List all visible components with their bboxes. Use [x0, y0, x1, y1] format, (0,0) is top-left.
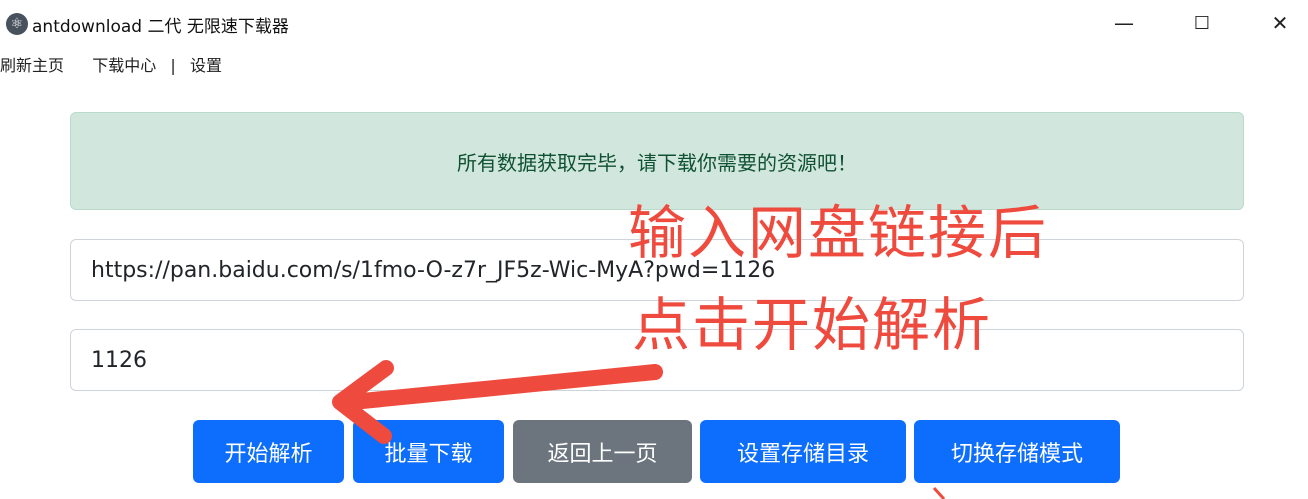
- minimize-icon[interactable]: —: [1104, 6, 1144, 40]
- annotation-line-1: 输入网盘链接后: [628, 199, 1049, 267]
- alert-message: 所有数据获取完毕，请下载你需要的资源吧！: [457, 150, 857, 175]
- maximize-icon[interactable]: ☐: [1182, 6, 1222, 40]
- menu-separator: |: [170, 56, 176, 75]
- switch-storage-mode-button[interactable]: 切换存储模式: [914, 420, 1120, 483]
- success-alert: 所有数据获取完毕，请下载你需要的资源吧！: [70, 112, 1244, 210]
- menu-item-settings[interactable]: 设置: [190, 52, 222, 76]
- menu-item-download-center[interactable]: 下载中心: [92, 52, 156, 76]
- start-parse-button[interactable]: 开始解析: [193, 420, 344, 483]
- annotation-line-2: 点击开始解析: [632, 291, 993, 359]
- title-bar: ⚛ antdownload 二代 无限速下载器 — ☐ ✕: [0, 0, 1308, 46]
- go-back-button[interactable]: 返回上一页: [513, 420, 692, 483]
- window-title: antdownload 二代 无限速下载器: [32, 17, 289, 37]
- batch-download-button[interactable]: 批量下载: [353, 420, 504, 483]
- close-icon[interactable]: ✕: [1260, 6, 1300, 40]
- menu-item-refresh[interactable]: 刷新主页: [0, 52, 64, 76]
- set-storage-dir-button[interactable]: 设置存储目录: [700, 420, 906, 483]
- electron-atom-icon: ⚛: [6, 13, 28, 35]
- menu-bar: 刷新主页 下载中心 | 设置: [0, 52, 222, 80]
